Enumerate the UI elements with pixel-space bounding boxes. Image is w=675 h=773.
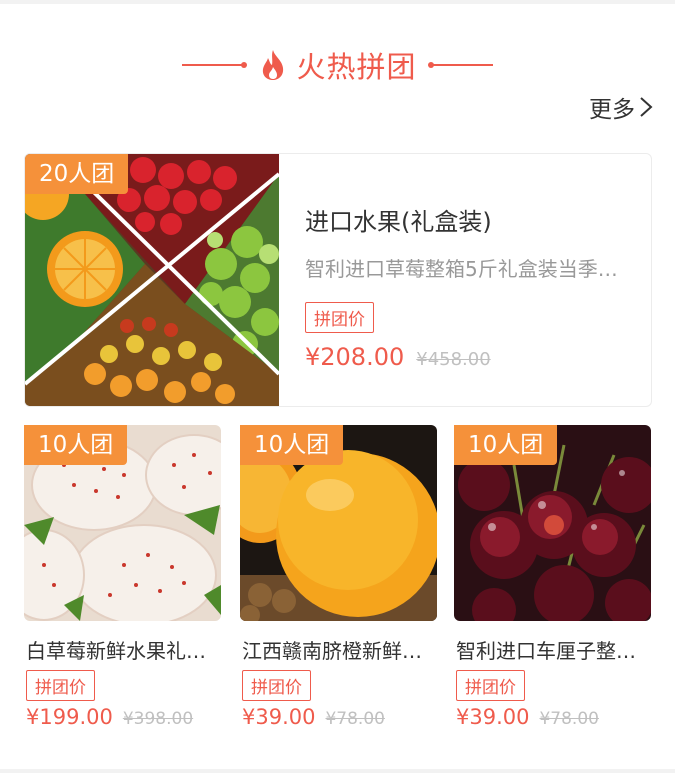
featured-price-row: ¥208.00 ¥458.00 [305,343,635,371]
product-name: 智利进口车厘子整箱装 [456,639,651,663]
original-price: ¥398.00 [122,709,194,729]
price-row: ¥39.00 ¥78.00 [242,705,385,729]
original-price: ¥78.00 [539,709,599,729]
section-title: 火热拼团 [258,44,416,86]
section-header: 火热拼团 [0,40,675,90]
title-line-left [182,62,248,68]
group-price: ¥39.00 [456,705,530,729]
group-price-tag: 拼团价 [456,670,525,701]
original-price: ¥78.00 [325,709,385,729]
section-title-text: 火热拼团 [296,50,417,84]
price-row: ¥199.00 ¥398.00 [26,705,193,729]
featured-product-desc: 智利进口草莓整箱5斤礼盒装当季新鲜水果 [305,257,625,281]
group-size-badge: 10人团 [454,425,558,465]
featured-product-card[interactable]: 20人团 进口水果(礼盒装) 智利进口草莓整箱5斤礼盒装当季新 拼团价 ¥208… [24,153,652,407]
top-divider [0,0,675,4]
more-link[interactable]: 更多 [589,91,653,123]
featured-product-name: 进口水果(礼盒装) [305,208,492,236]
product-card[interactable]: 10人团 白草莓新鲜水果礼盒装 拼团价 ¥199.00 ¥398.00 [24,425,221,735]
original-price: ¥458.00 [416,349,491,370]
featured-product-info: 进口水果(礼盒装) 智利进口草莓整箱5斤礼盒装当季新鲜水果 拼团价 ¥208.0… [305,202,635,371]
group-size-badge: 10人团 [240,425,344,465]
group-size-badge: 20人团 [25,154,129,194]
fire-icon [263,50,284,80]
group-price-tag: 拼团价 [305,302,374,333]
group-price: ¥208.00 [305,343,405,371]
group-price-tag: 拼团价 [26,670,95,701]
chevron-right-icon [640,97,653,117]
product-name: 白草莓新鲜水果礼盒装 [26,639,221,663]
group-size-badge: 10人团 [24,425,128,465]
product-name: 江西赣南脐橙新鲜水果 [242,639,437,663]
bottom-divider [0,769,675,773]
more-label: 更多 [589,97,635,123]
product-card[interactable]: 10人团 智利进口车厘子整箱装 拼团价 ¥39.00 ¥78.00 [454,425,651,735]
group-price: ¥199.00 [26,705,113,729]
product-card[interactable]: 10人团 江西赣南脐橙新鲜水果 拼团价 ¥39.00 ¥78.00 [240,425,437,735]
group-price-tag: 拼团价 [242,670,311,701]
price-row: ¥39.00 ¥78.00 [456,705,599,729]
group-price: ¥39.00 [242,705,316,729]
title-line-right [427,62,493,68]
